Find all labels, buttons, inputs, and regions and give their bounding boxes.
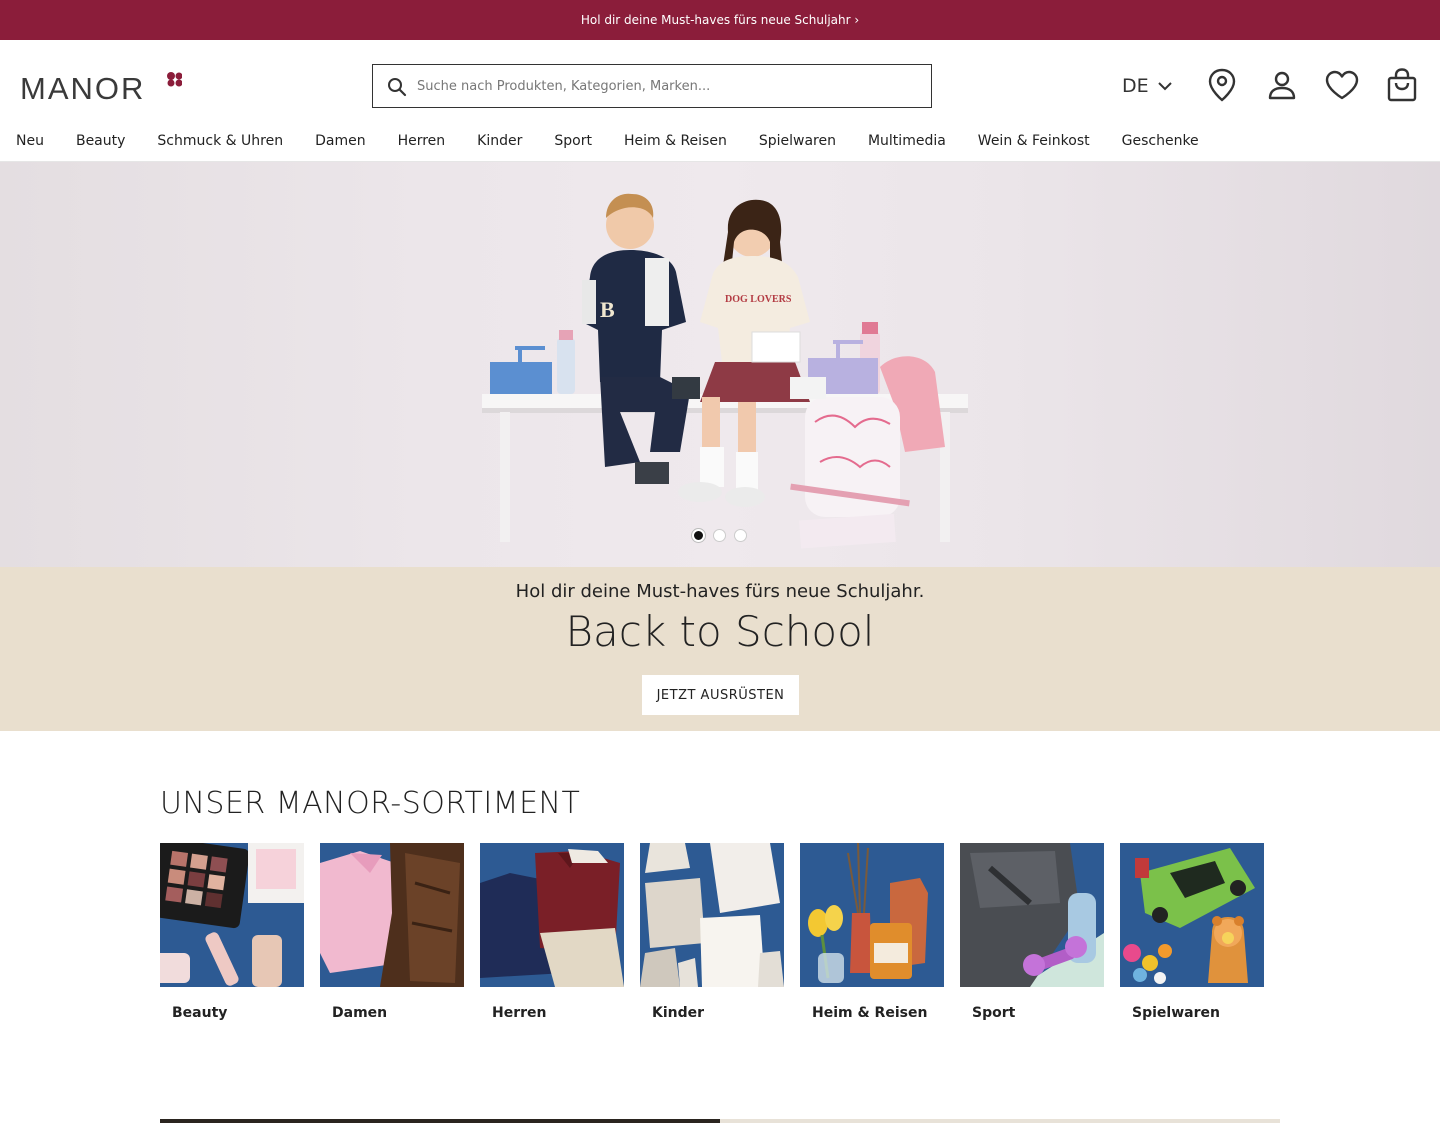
category-label: Heim & Reisen: [812, 1005, 928, 1021]
category-tile-sport[interactable]: Sport: [960, 843, 1104, 1021]
store-locator-button[interactable]: [1205, 68, 1239, 102]
banner-subtitle: Hol dir deine Must-haves fürs neue Schul…: [515, 581, 925, 602]
nav-item-neu[interactable]: Neu: [16, 128, 44, 154]
category-tile-spielwaren[interactable]: Spielwaren: [1120, 843, 1264, 1021]
language-selector[interactable]: DE: [1122, 72, 1173, 100]
category-label: Spielwaren: [1132, 1005, 1220, 1021]
category-tiles: Beauty Damen Herren Kinder Heim & Reisen…: [160, 843, 1264, 1021]
category-image: [640, 843, 784, 987]
promo-banner: Hol dir deine Must-haves fürs neue Schul…: [0, 567, 1440, 731]
category-image: [1120, 843, 1264, 987]
category-image: [960, 843, 1104, 987]
main-navigation: Neu Beauty Schmuck & Uhren Damen Herren …: [16, 128, 1231, 154]
category-label: Sport: [972, 1005, 1016, 1021]
bag-icon: [1387, 68, 1417, 102]
search-bar: [372, 64, 932, 108]
nav-item-beauty[interactable]: Beauty: [76, 128, 125, 154]
category-tile-heim-reisen[interactable]: Heim & Reisen: [800, 843, 944, 1021]
nav-item-spielwaren[interactable]: Spielwaren: [759, 128, 836, 154]
promo-bar: Hol dir deine Must-haves fürs neue Schul…: [0, 0, 1440, 40]
hero-sweater-text: DOG LOVERS: [725, 294, 792, 305]
heart-icon: [1325, 70, 1359, 100]
carousel-dot-2[interactable]: [713, 529, 726, 542]
category-label: Damen: [332, 1005, 388, 1021]
category-label: Beauty: [172, 1005, 228, 1021]
carousel-dot-3[interactable]: [734, 529, 747, 542]
nav-item-kinder[interactable]: Kinder: [477, 128, 522, 154]
category-tile-beauty[interactable]: Beauty: [160, 843, 304, 1021]
nav-item-wein-feinkost[interactable]: Wein & Feinkost: [978, 128, 1090, 154]
shop-now-button[interactable]: JETZT AUSRÜSTEN: [642, 675, 799, 715]
site-header: MANOR DE: [0, 40, 1440, 162]
nav-item-geschenke[interactable]: Geschenke: [1122, 128, 1199, 154]
banner-title: Back to School: [565, 607, 875, 656]
manor-logo[interactable]: MANOR: [20, 70, 182, 102]
next-section-preview: [160, 1119, 1280, 1123]
preview-image-right: [720, 1119, 1280, 1123]
carousel-dot-1[interactable]: [692, 529, 705, 542]
nav-item-sport[interactable]: Sport: [554, 128, 592, 154]
account-icon: [1268, 71, 1296, 100]
nav-item-heim-reisen[interactable]: Heim & Reisen: [624, 128, 727, 154]
search-input[interactable]: [417, 65, 917, 107]
location-icon: [1208, 68, 1236, 102]
category-label: Herren: [492, 1005, 547, 1021]
language-label: DE: [1122, 75, 1149, 97]
logo-text: MANOR: [20, 71, 145, 102]
chevron-down-icon: [1157, 82, 1172, 91]
category-tile-damen[interactable]: Damen: [320, 843, 464, 1021]
section-title: UNSER MANOR-SORTIMENT: [160, 786, 581, 821]
preview-image-left: [160, 1119, 720, 1123]
nav-item-schmuck-uhren[interactable]: Schmuck & Uhren: [157, 128, 283, 154]
hero-carousel[interactable]: B DOG LOVERS: [0, 162, 1440, 567]
category-image: [480, 843, 624, 987]
category-tile-kinder[interactable]: Kinder: [640, 843, 784, 1021]
carousel-pagination: [692, 529, 747, 542]
cart-button[interactable]: [1385, 68, 1419, 102]
category-image: [800, 843, 944, 987]
hero-image: B DOG LOVERS: [482, 193, 968, 549]
search-icon[interactable]: [386, 76, 408, 98]
wishlist-button[interactable]: [1325, 68, 1359, 102]
nav-item-damen[interactable]: Damen: [315, 128, 365, 154]
category-image: [160, 843, 304, 987]
account-button[interactable]: [1265, 68, 1299, 102]
svg-text:B: B: [600, 297, 615, 322]
nav-item-herren[interactable]: Herren: [398, 128, 446, 154]
category-label: Kinder: [652, 1005, 705, 1021]
category-tile-herren[interactable]: Herren: [480, 843, 624, 1021]
promo-link[interactable]: Hol dir deine Must-haves fürs neue Schul…: [581, 13, 859, 27]
nav-item-multimedia[interactable]: Multimedia: [868, 128, 946, 154]
category-image: [320, 843, 464, 987]
